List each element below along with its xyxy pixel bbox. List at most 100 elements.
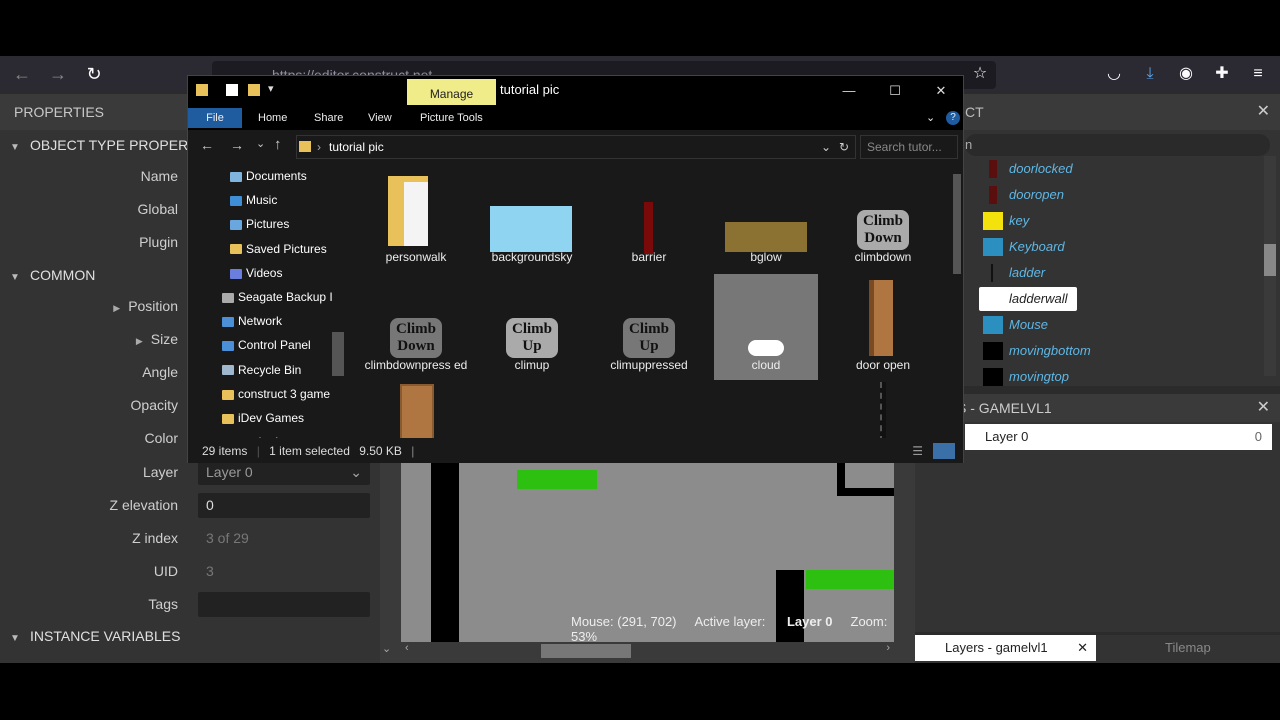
forward-icon[interactable]: → [46, 62, 70, 86]
nav-item-label: Documents [246, 169, 307, 183]
file-bglow[interactable]: bglow [714, 166, 818, 272]
close-icon[interactable]: ✕ [1257, 94, 1270, 130]
object-icon [983, 316, 1003, 334]
details-view-icon[interactable]: ☰ [912, 439, 923, 463]
ribbon-share[interactable]: Share [314, 108, 343, 128]
chevron-down-icon[interactable]: ⌄ [821, 136, 831, 158]
nav-item[interactable]: Network [188, 309, 346, 333]
nav-item[interactable]: Pictures [188, 212, 346, 236]
wall-sprite[interactable] [431, 456, 459, 642]
minimize-icon[interactable]: — [834, 80, 864, 102]
tab-layers[interactable]: Layers - gamelvl1 ✕ [915, 635, 1096, 661]
files-scrollbar[interactable] [951, 164, 963, 438]
scroll-left-icon[interactable]: ‹ [405, 642, 409, 654]
ribbon-home[interactable]: Home [258, 108, 287, 128]
explorer-search-input[interactable]: Search tutor... [860, 135, 958, 159]
objects-scrollbar[interactable] [1264, 156, 1276, 376]
address-field[interactable]: › tutorial pic ⌄ ↻ [296, 135, 856, 159]
object-item[interactable]: ladder [915, 260, 1255, 286]
maximize-icon[interactable]: ☐ [880, 80, 910, 102]
object-item[interactable]: movingbottom [915, 338, 1255, 364]
layout-view[interactable]: Mouse: (291, 702) Active layer: Layer 0 Zo… [380, 456, 915, 663]
horizontal-scrollbar[interactable]: ‹ › [401, 642, 894, 658]
nav-item-label: construct 3 game [238, 386, 331, 401]
file-climbdownpressed[interactable]: Climb Down climbdownpress ed [364, 274, 468, 380]
nav-item[interactable]: Recycle Bin [188, 358, 346, 382]
file-ladder-partial[interactable] [831, 382, 935, 438]
scroll-right-icon[interactable]: › [886, 642, 890, 654]
close-icon[interactable]: ✕ [1077, 635, 1088, 661]
layout-canvas[interactable]: Mouse: (291, 702) Active layer: Layer 0 Zo… [401, 456, 894, 642]
scrollbar-thumb[interactable] [332, 332, 344, 376]
reload-icon[interactable]: ↻ [82, 62, 106, 86]
downloads-icon[interactable]: ⤓ [1138, 62, 1162, 86]
close-icon[interactable]: ✕ [1257, 394, 1270, 422]
scrollbar-thumb[interactable] [541, 644, 631, 658]
section-instance-variables[interactable]: ▼ INSTANCE VARIABLES [0, 621, 380, 652]
file-personwalk[interactable]: personwalk [364, 166, 468, 272]
tab-tilemap[interactable]: Tilemap [1165, 635, 1211, 661]
object-item[interactable]: doorlocked [915, 156, 1255, 182]
nav-item[interactable]: Saved Pictures [188, 237, 346, 261]
file-climbdown[interactable]: Climb Down climbdown [831, 166, 935, 272]
nav-item[interactable]: Seagate Backup I [188, 285, 346, 309]
manage-tab[interactable]: Manage [407, 79, 496, 105]
forward-icon[interactable]: → [230, 137, 244, 153]
scrollbar-thumb[interactable] [953, 174, 961, 274]
new-folder-icon[interactable] [248, 84, 260, 96]
quick-access-dropdown-icon[interactable]: ▾ [268, 82, 274, 95]
file-cloud[interactable]: cloud [714, 274, 818, 380]
nav-scrollbar[interactable] [332, 164, 344, 438]
ribbon-picture-tools[interactable]: Picture Tools [420, 108, 483, 128]
object-item[interactable]: Mouse [915, 312, 1255, 338]
ribbon-view[interactable]: View [368, 108, 392, 128]
size-label[interactable]: ▶ Size [136, 323, 178, 358]
nav-item[interactable]: Music [188, 188, 346, 212]
file-door-partial[interactable] [364, 382, 468, 438]
platform-sprite[interactable] [517, 470, 597, 489]
scrollbar-thumb[interactable] [1264, 244, 1276, 276]
layers-panel: S - GAMELVL1 ✕ 🔒︎ Layer 0 0 [915, 394, 1280, 632]
layer-select[interactable]: Layer 0 ⌄ [198, 459, 370, 485]
extensions-icon[interactable]: ✚ [1210, 62, 1234, 86]
file-barrier[interactable]: barrier [597, 166, 701, 272]
tags-input[interactable] [198, 592, 370, 618]
nav-item[interactable]: color here [188, 430, 346, 438]
back-icon[interactable]: ← [200, 137, 214, 153]
z-elevation-input[interactable]: 0 [198, 492, 370, 518]
close-icon[interactable]: ✕ [926, 80, 956, 102]
account-icon[interactable]: ◉ [1174, 62, 1198, 86]
nav-item[interactable]: construct 3 game [188, 382, 346, 406]
bookmark-star-icon[interactable]: ☆ [968, 62, 992, 86]
position-label[interactable]: ▶ Position [113, 290, 178, 325]
refresh-icon[interactable]: ↻ [839, 136, 849, 158]
help-icon[interactable]: ? [946, 111, 960, 125]
ribbon-expand-icon[interactable]: ⌄ [926, 108, 935, 128]
file-backgroundsky[interactable]: backgroundsky [480, 166, 584, 272]
object-item[interactable]: movingtop [915, 364, 1255, 390]
layer-row[interactable]: 🔒︎ Layer 0 0 [951, 424, 1272, 450]
moving-platform-sprite[interactable] [806, 570, 894, 589]
nav-item[interactable]: iDev Games [188, 406, 346, 430]
nav-item[interactable]: Videos [188, 261, 346, 285]
ribbon-file[interactable]: File [188, 108, 242, 128]
objects-search-input[interactable]: n [965, 134, 1270, 156]
nav-item[interactable]: Documents [188, 164, 346, 188]
file-climup[interactable]: Climb Up climup [480, 274, 584, 380]
menu-icon[interactable]: ≡ [1246, 62, 1270, 86]
up-icon[interactable]: ↑ [274, 136, 282, 153]
thumbnail-view-icon[interactable] [933, 443, 955, 459]
object-item[interactable]: key [915, 208, 1255, 234]
recent-locations-icon[interactable]: ⌄ [256, 137, 265, 150]
ladderwall-sprite[interactable] [837, 460, 894, 496]
object-item[interactable]: Keyboard [915, 234, 1255, 260]
scroll-down-icon[interactable]: ⌄ [382, 642, 391, 655]
properties-icon[interactable] [226, 84, 238, 96]
pocket-icon[interactable]: ◡ [1102, 62, 1126, 86]
nav-item[interactable]: Control Panel [188, 333, 346, 357]
object-item[interactable]: ladderwall [915, 286, 1255, 312]
file-door-open[interactable]: door open [831, 274, 935, 380]
object-item[interactable]: dooropen [915, 182, 1255, 208]
back-icon[interactable]: ← [10, 62, 34, 86]
file-climuppressed[interactable]: Climb Up climuppressed [597, 274, 701, 380]
